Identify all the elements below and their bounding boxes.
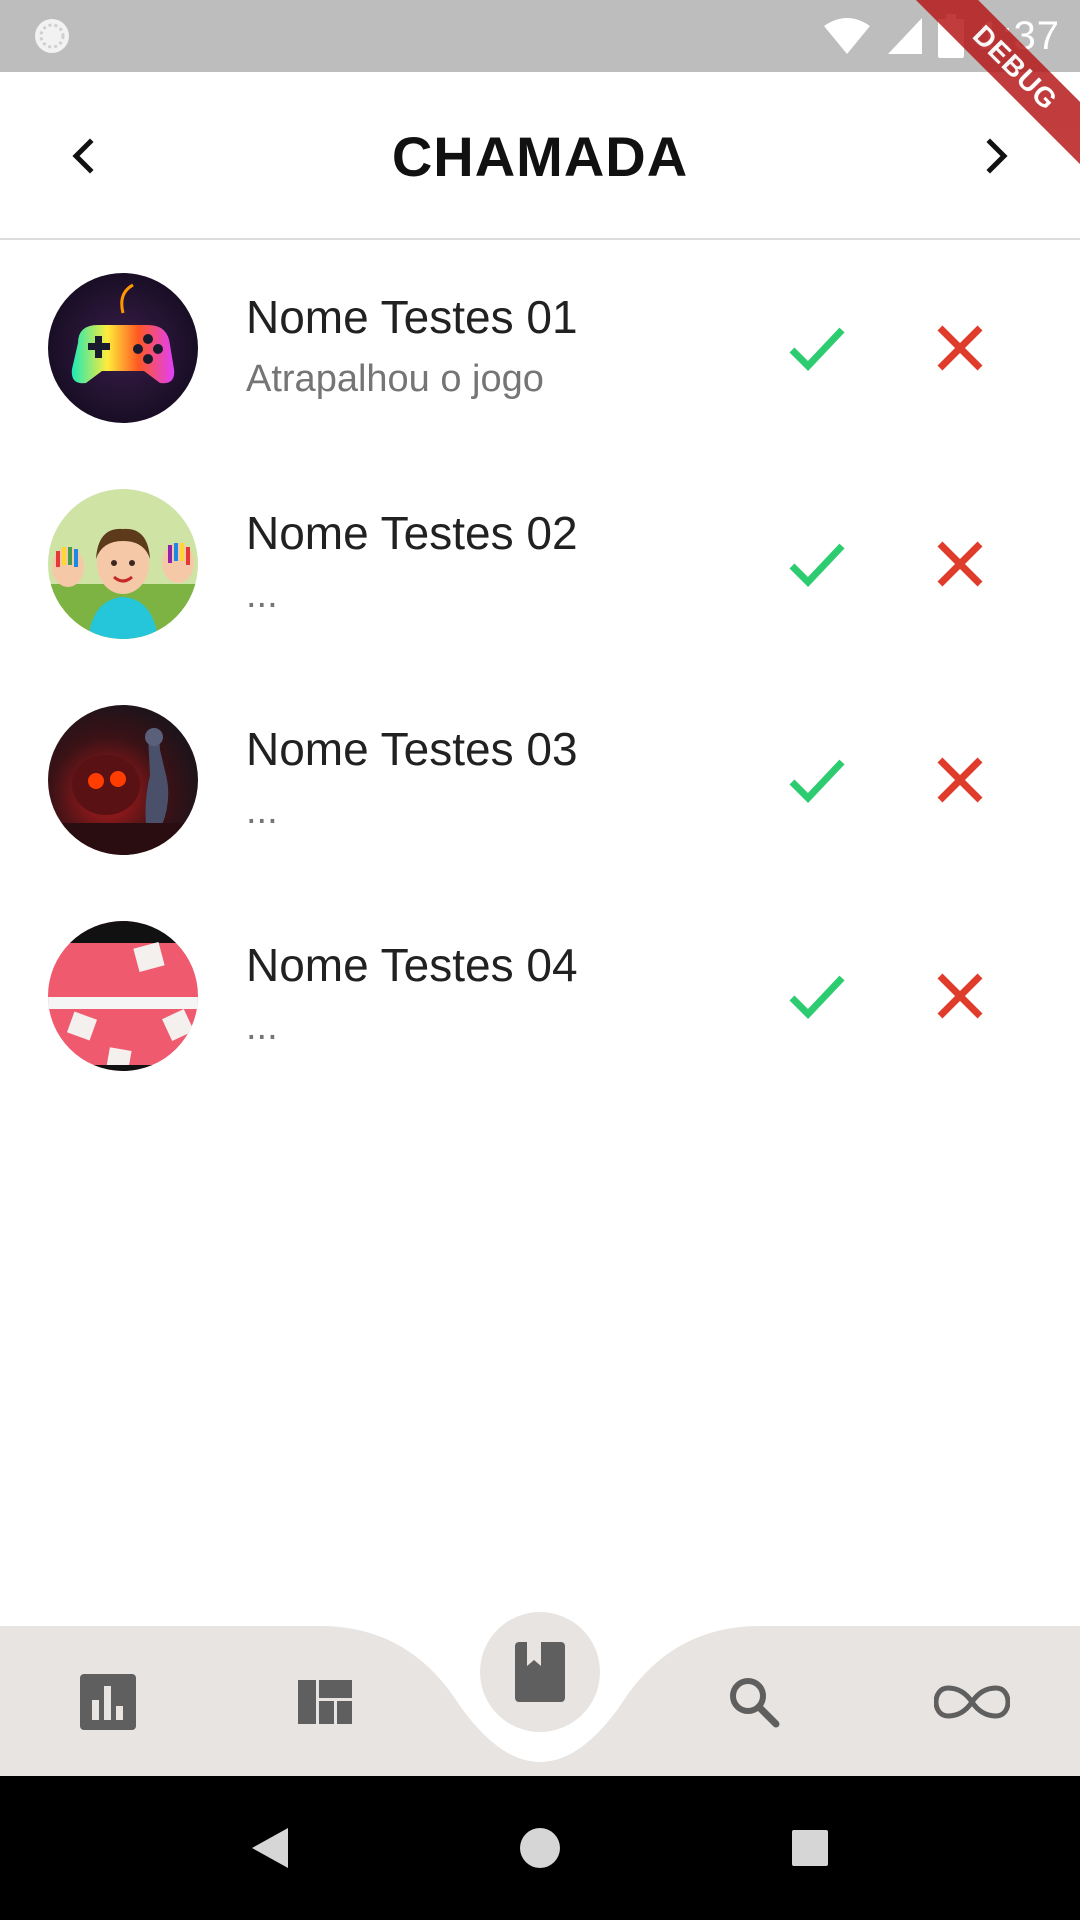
screen: 1:37 DEBUG CHAMADA Nome Testes 01 Atrapa…: [0, 0, 1080, 1920]
nav-stats-button[interactable]: [58, 1652, 158, 1752]
nav-book-button[interactable]: [480, 1612, 600, 1732]
recents-icon: [792, 1830, 828, 1866]
present-button[interactable]: [776, 524, 856, 604]
check-icon: [789, 327, 845, 372]
back-icon: [252, 1828, 288, 1868]
gamepad-neon-avatar: [48, 273, 198, 423]
item-name: Nome Testes 02: [246, 507, 578, 559]
search-icon: [730, 1678, 780, 1728]
list-item: Nome Testes 01 Atrapalhou o jogo: [0, 240, 1080, 456]
dark-fantasy-avatar: [48, 705, 198, 855]
status-bar: 1:37: [0, 0, 1080, 72]
present-button[interactable]: [776, 740, 856, 820]
close-icon: [937, 973, 983, 1019]
page-title: CHAMADA: [391, 125, 689, 188]
list-item: Nome Testes 02 ...: [0, 456, 1080, 672]
child-painted-hands-avatar: [48, 489, 198, 639]
item-subtitle: ...: [246, 1006, 278, 1048]
item-subtitle: ...: [246, 574, 278, 616]
attendance-list: Nome Testes 01 Atrapalhou o jogo Nome Te…: [0, 240, 1080, 1104]
item-subtitle: ...: [246, 790, 278, 832]
book-icon: [515, 1642, 565, 1702]
wifi-icon: [824, 18, 871, 54]
dashboard-icon: [298, 1680, 352, 1724]
item-subtitle: Atrapalhou o jogo: [246, 358, 544, 400]
nav-infinity-button[interactable]: [922, 1652, 1022, 1752]
system-nav-bar: [0, 1776, 1080, 1920]
system-recents-button[interactable]: [774, 1812, 846, 1884]
close-icon: [937, 757, 983, 803]
chevron-right-icon: [986, 138, 1008, 174]
absent-button[interactable]: [920, 956, 1000, 1036]
item-name: Nome Testes 01: [246, 291, 578, 343]
present-button[interactable]: [776, 308, 856, 388]
check-icon: [789, 975, 845, 1020]
loading-circle-icon: [35, 19, 69, 53]
bar-chart-icon: [80, 1674, 136, 1730]
list-item: Nome Testes 03 ...: [0, 672, 1080, 888]
check-icon: [789, 543, 845, 588]
close-icon: [937, 325, 983, 371]
item-name: Nome Testes 03: [246, 723, 578, 775]
signal-icon: [888, 18, 923, 54]
list-item: Nome Testes 04 ...: [0, 888, 1080, 1104]
system-back-button[interactable]: [234, 1812, 306, 1884]
item-name: Nome Testes 04: [246, 939, 578, 991]
close-icon: [937, 541, 983, 587]
check-icon: [789, 759, 845, 804]
present-button[interactable]: [776, 956, 856, 1036]
nav-search-button[interactable]: [704, 1652, 804, 1752]
bottom-nav: [0, 1612, 1080, 1776]
absent-button[interactable]: [920, 740, 1000, 820]
absent-button[interactable]: [920, 524, 1000, 604]
absent-button[interactable]: [920, 308, 1000, 388]
nav-dashboard-button[interactable]: [275, 1652, 375, 1752]
system-home-button[interactable]: [504, 1812, 576, 1884]
infinity-icon: [934, 1685, 1010, 1719]
home-icon: [520, 1828, 560, 1868]
next-button[interactable]: [956, 116, 1036, 196]
app-bar: CHAMADA: [0, 72, 1080, 240]
pink-sugar-cubes-avatar: [48, 921, 198, 1071]
